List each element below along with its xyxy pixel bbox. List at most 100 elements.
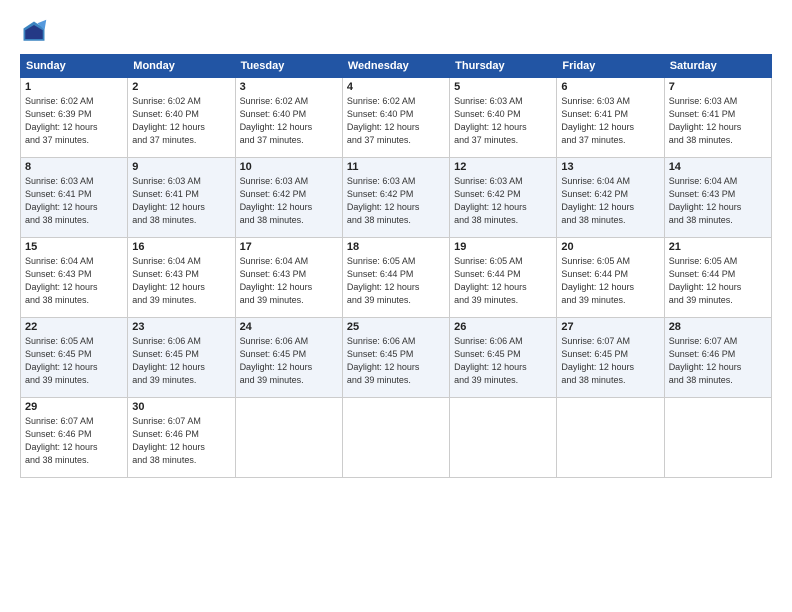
calendar-week-3: 15Sunrise: 6:04 AM Sunset: 6:43 PM Dayli… — [21, 238, 772, 318]
day-info: Sunrise: 6:04 AM Sunset: 6:43 PM Dayligh… — [669, 175, 767, 227]
day-number: 24 — [240, 321, 338, 333]
calendar-day: 9 Sunrise: 6:03 AM Sunset: 6:41 PM Daylig… — [128, 158, 235, 238]
day-number: 26 — [454, 321, 552, 333]
weekday-header-wednesday: Wednesday — [342, 55, 449, 78]
calendar-day: 18 Sunrise: 6:05 AM Sunset: 6:44 PM Dayli… — [342, 238, 449, 318]
logo — [20, 18, 52, 46]
calendar-day: 10 Sunrise: 6:03 AM Sunset: 6:42 PM Dayli… — [235, 158, 342, 238]
calendar-week-4: 22Sunrise: 6:05 AM Sunset: 6:45 PM Dayli… — [21, 318, 772, 398]
day-info: Sunrise: 6:03 AM Sunset: 6:41 PM Dayligh… — [561, 95, 659, 147]
header — [20, 18, 772, 46]
day-number: 7 — [669, 81, 767, 93]
day-info: Sunrise: 6:03 AM Sunset: 6:40 PM Dayligh… — [454, 95, 552, 147]
day-info: Sunrise: 6:07 AM Sunset: 6:46 PM Dayligh… — [669, 335, 767, 387]
day-info: Sunrise: 6:07 AM Sunset: 6:46 PM Dayligh… — [132, 415, 230, 467]
day-number: 29 — [25, 401, 123, 413]
day-number: 28 — [669, 321, 767, 333]
day-info: Sunrise: 6:05 AM Sunset: 6:44 PM Dayligh… — [347, 255, 445, 307]
day-number: 23 — [132, 321, 230, 333]
day-info: Sunrise: 6:02 AM Sunset: 6:40 PM Dayligh… — [132, 95, 230, 147]
calendar-body: 1Sunrise: 6:02 AM Sunset: 6:39 PM Daylig… — [21, 78, 772, 478]
day-info: Sunrise: 6:03 AM Sunset: 6:41 PM Dayligh… — [669, 95, 767, 147]
day-number: 20 — [561, 241, 659, 253]
day-number: 9 — [132, 161, 230, 173]
weekday-row: SundayMondayTuesdayWednesdayThursdayFrid… — [21, 55, 772, 78]
calendar-day: 24 Sunrise: 6:06 AM Sunset: 6:45 PM Dayli… — [235, 318, 342, 398]
day-number: 13 — [561, 161, 659, 173]
day-info: Sunrise: 6:04 AM Sunset: 6:43 PM Dayligh… — [132, 255, 230, 307]
day-info: Sunrise: 6:06 AM Sunset: 6:45 PM Dayligh… — [347, 335, 445, 387]
page: SundayMondayTuesdayWednesdayThursdayFrid… — [0, 0, 792, 612]
calendar-day — [557, 398, 664, 478]
calendar-day: 25 Sunrise: 6:06 AM Sunset: 6:45 PM Dayli… — [342, 318, 449, 398]
day-number: 21 — [669, 241, 767, 253]
calendar: SundayMondayTuesdayWednesdayThursdayFrid… — [20, 54, 772, 478]
calendar-day: 19Sunrise: 6:05 AM Sunset: 6:44 PM Dayli… — [450, 238, 557, 318]
day-number: 3 — [240, 81, 338, 93]
calendar-day: 28 Sunrise: 6:07 AM Sunset: 6:46 PM Dayli… — [664, 318, 771, 398]
day-number: 5 — [454, 81, 552, 93]
calendar-day: 21 Sunrise: 6:05 AM Sunset: 6:44 PM Dayli… — [664, 238, 771, 318]
day-number: 18 — [347, 241, 445, 253]
calendar-week-1: 1Sunrise: 6:02 AM Sunset: 6:39 PM Daylig… — [21, 78, 772, 158]
calendar-day: 23 Sunrise: 6:06 AM Sunset: 6:45 PM Dayli… — [128, 318, 235, 398]
day-info: Sunrise: 6:02 AM Sunset: 6:40 PM Dayligh… — [347, 95, 445, 147]
day-info: Sunrise: 6:07 AM Sunset: 6:46 PM Dayligh… — [25, 415, 123, 467]
day-number: 14 — [669, 161, 767, 173]
day-info: Sunrise: 6:03 AM Sunset: 6:42 PM Dayligh… — [454, 175, 552, 227]
calendar-day: 16 Sunrise: 6:04 AM Sunset: 6:43 PM Dayli… — [128, 238, 235, 318]
day-number: 17 — [240, 241, 338, 253]
weekday-header-sunday: Sunday — [21, 55, 128, 78]
day-info: Sunrise: 6:07 AM Sunset: 6:45 PM Dayligh… — [561, 335, 659, 387]
calendar-day: 26 Sunrise: 6:06 AM Sunset: 6:45 PM Dayli… — [450, 318, 557, 398]
day-number: 10 — [240, 161, 338, 173]
calendar-week-5: 29 Sunrise: 6:07 AM Sunset: 6:46 PM Dayli… — [21, 398, 772, 478]
calendar-header: SundayMondayTuesdayWednesdayThursdayFrid… — [21, 55, 772, 78]
calendar-day: 22Sunrise: 6:05 AM Sunset: 6:45 PM Dayli… — [21, 318, 128, 398]
day-info: Sunrise: 6:05 AM Sunset: 6:45 PM Dayligh… — [25, 335, 123, 387]
weekday-header-thursday: Thursday — [450, 55, 557, 78]
day-number: 25 — [347, 321, 445, 333]
day-number: 12 — [454, 161, 552, 173]
day-info: Sunrise: 6:06 AM Sunset: 6:45 PM Dayligh… — [132, 335, 230, 387]
logo-icon — [20, 18, 48, 46]
day-info: Sunrise: 6:04 AM Sunset: 6:42 PM Dayligh… — [561, 175, 659, 227]
day-number: 1 — [25, 81, 123, 93]
calendar-day — [664, 398, 771, 478]
day-info: Sunrise: 6:04 AM Sunset: 6:43 PM Dayligh… — [240, 255, 338, 307]
calendar-day: 14 Sunrise: 6:04 AM Sunset: 6:43 PM Dayli… — [664, 158, 771, 238]
calendar-day: 27 Sunrise: 6:07 AM Sunset: 6:45 PM Dayli… — [557, 318, 664, 398]
weekday-header-saturday: Saturday — [664, 55, 771, 78]
day-number: 27 — [561, 321, 659, 333]
day-info: Sunrise: 6:03 AM Sunset: 6:42 PM Dayligh… — [240, 175, 338, 227]
calendar-day — [235, 398, 342, 478]
calendar-day: 11 Sunrise: 6:03 AM Sunset: 6:42 PM Dayli… — [342, 158, 449, 238]
calendar-day: 7 Sunrise: 6:03 AM Sunset: 6:41 PM Daylig… — [664, 78, 771, 158]
calendar-day: 6 Sunrise: 6:03 AM Sunset: 6:41 PM Daylig… — [557, 78, 664, 158]
day-info: Sunrise: 6:02 AM Sunset: 6:40 PM Dayligh… — [240, 95, 338, 147]
day-info: Sunrise: 6:05 AM Sunset: 6:44 PM Dayligh… — [669, 255, 767, 307]
calendar-day: 2 Sunrise: 6:02 AM Sunset: 6:40 PM Daylig… — [128, 78, 235, 158]
day-number: 19 — [454, 241, 552, 253]
day-info: Sunrise: 6:03 AM Sunset: 6:41 PM Dayligh… — [132, 175, 230, 227]
calendar-day: 15Sunrise: 6:04 AM Sunset: 6:43 PM Dayli… — [21, 238, 128, 318]
calendar-day: 3 Sunrise: 6:02 AM Sunset: 6:40 PM Daylig… — [235, 78, 342, 158]
day-number: 11 — [347, 161, 445, 173]
day-info: Sunrise: 6:06 AM Sunset: 6:45 PM Dayligh… — [454, 335, 552, 387]
calendar-day: 29 Sunrise: 6:07 AM Sunset: 6:46 PM Dayli… — [21, 398, 128, 478]
calendar-day — [342, 398, 449, 478]
day-number: 2 — [132, 81, 230, 93]
calendar-day: 30Sunrise: 6:07 AM Sunset: 6:46 PM Dayli… — [128, 398, 235, 478]
weekday-header-monday: Monday — [128, 55, 235, 78]
weekday-header-tuesday: Tuesday — [235, 55, 342, 78]
day-info: Sunrise: 6:06 AM Sunset: 6:45 PM Dayligh… — [240, 335, 338, 387]
calendar-week-2: 8Sunrise: 6:03 AM Sunset: 6:41 PM Daylig… — [21, 158, 772, 238]
calendar-day: 5 Sunrise: 6:03 AM Sunset: 6:40 PM Daylig… — [450, 78, 557, 158]
day-number: 4 — [347, 81, 445, 93]
calendar-day: 13 Sunrise: 6:04 AM Sunset: 6:42 PM Dayli… — [557, 158, 664, 238]
day-number: 16 — [132, 241, 230, 253]
calendar-day: 17 Sunrise: 6:04 AM Sunset: 6:43 PM Dayli… — [235, 238, 342, 318]
day-info: Sunrise: 6:03 AM Sunset: 6:42 PM Dayligh… — [347, 175, 445, 227]
day-number: 6 — [561, 81, 659, 93]
day-info: Sunrise: 6:05 AM Sunset: 6:44 PM Dayligh… — [561, 255, 659, 307]
